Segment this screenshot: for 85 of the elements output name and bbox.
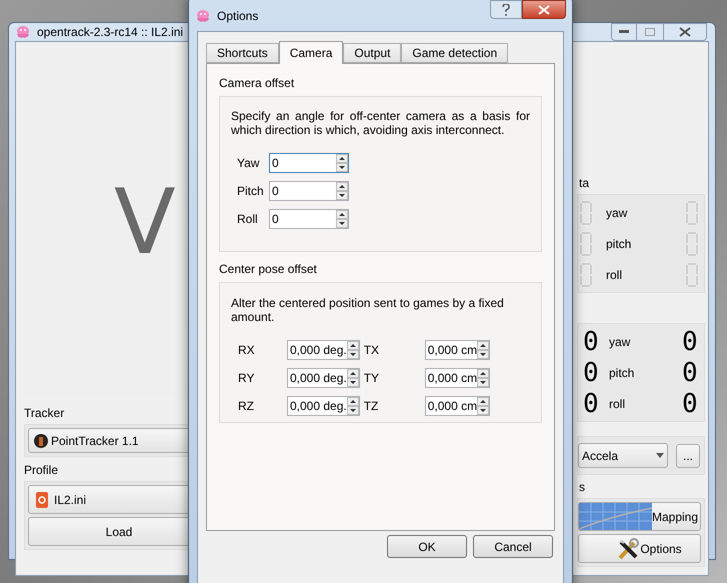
axis-label: pitch (609, 364, 636, 382)
tracker-label: Tracker (24, 405, 64, 422)
field-label: TY (362, 370, 380, 387)
spin-box[interactable]: 0 (269, 153, 349, 173)
field-label: RZ (237, 398, 255, 415)
octopus-icon (15, 25, 31, 39)
tracker-icon (34, 434, 48, 448)
lcd-digit-icon (686, 232, 698, 256)
lcd-value: 0 (682, 328, 696, 354)
tab[interactable]: Shortcuts (206, 43, 279, 63)
section-title: Center pose offset (219, 261, 318, 278)
axis-label: roll (606, 266, 624, 284)
field-label: RX (237, 342, 256, 359)
tab[interactable]: Output (343, 43, 402, 63)
section-title: Camera offset (219, 75, 296, 92)
lcd-digit-icon (686, 200, 698, 224)
lcd-digit-icon (580, 200, 592, 224)
profile-icon (35, 492, 49, 508)
spin-box[interactable]: 0 (269, 209, 349, 229)
dropdown-arrow-icon (656, 453, 664, 458)
spin-box[interactable]: 0,000 cm (424, 396, 490, 416)
settings-label: s (578, 479, 585, 496)
tab[interactable]: Game detection (401, 43, 508, 63)
spin-box[interactable]: 0 (269, 181, 349, 201)
tab[interactable]: Camera (278, 41, 344, 64)
axis-label: yaw (606, 204, 628, 222)
help-button[interactable] (490, 0, 522, 19)
spin-arrows-icon (346, 341, 359, 359)
lcd-value: 0 (682, 390, 696, 416)
window-title: opentrack-2.3-rc14 :: IL2.ini (37, 24, 184, 41)
mapping-curve-icon (579, 503, 652, 530)
tracker-value: PointTracker 1.1 (51, 432, 139, 450)
field-label: Pitch (236, 183, 265, 200)
description: Alter the centered position sent to games by a fixed amount. (231, 296, 505, 324)
options-button[interactable]: Options (578, 534, 701, 563)
filter-value: Accela (582, 448, 618, 464)
close-button[interactable] (663, 23, 707, 41)
field-label: Roll (236, 211, 259, 228)
octopus-icon (195, 9, 211, 23)
lcd-value: 0 (583, 328, 597, 354)
profile-value: IL2.ini (54, 492, 86, 508)
field-label: TX (362, 342, 380, 359)
lcd-digit-icon (580, 232, 592, 256)
minimize-button[interactable] (611, 23, 637, 41)
axis-label: roll (609, 396, 626, 412)
tools-icon (617, 538, 640, 560)
spin-box[interactable]: 0,000 deg. (287, 340, 360, 360)
spin-arrows-icon (346, 369, 359, 387)
spin-box[interactable]: 0,000 deg. (287, 396, 360, 416)
dialog-button[interactable]: Cancel (473, 535, 553, 558)
spin-box[interactable]: 0,000 deg. (287, 368, 360, 388)
lcd-digit-icon (580, 262, 592, 286)
logo-letter: V (114, 178, 176, 268)
spin-arrows-icon (336, 182, 348, 200)
field-label: TZ (362, 398, 380, 415)
dialog-button[interactable]: OK (387, 535, 467, 558)
description: Specify an angle for off-center camera as a basis for which direction is which, avoiding axis interconnect. (231, 109, 530, 137)
axis-label: yaw (609, 334, 632, 350)
lcd-value: 0 (583, 390, 597, 416)
spin-arrows-icon (477, 341, 490, 359)
filter-dropdown[interactable]: Accela (578, 443, 668, 468)
close-icon (538, 4, 550, 14)
close-button[interactable] (522, 0, 566, 19)
profile-label: Profile (24, 462, 58, 479)
spin-arrows-icon (477, 369, 490, 387)
spin-arrows-icon (336, 210, 348, 228)
close-icon (679, 27, 691, 37)
maximize-icon (645, 28, 655, 36)
more-button[interactable]: ... (676, 444, 700, 468)
field-label: RY (237, 370, 256, 387)
dialog-title: Options (217, 8, 258, 25)
spin-arrows-icon (477, 397, 490, 415)
raw-data-label: ta (578, 175, 590, 192)
mapping-button[interactable]: Mapping (578, 502, 701, 531)
help-icon (502, 4, 510, 16)
spin-arrows-icon (346, 397, 359, 415)
lcd-value: 0 (682, 360, 696, 386)
field-label: Yaw (236, 155, 260, 172)
spin-arrows-icon (336, 154, 348, 172)
lcd-value: 0 (583, 360, 597, 386)
spin-box[interactable]: 0,000 cm (424, 340, 490, 360)
minimize-icon (619, 30, 629, 34)
axis-label: pitch (606, 236, 632, 252)
lcd-digit-icon (686, 262, 698, 286)
spin-box[interactable]: 0,000 cm (424, 368, 490, 388)
